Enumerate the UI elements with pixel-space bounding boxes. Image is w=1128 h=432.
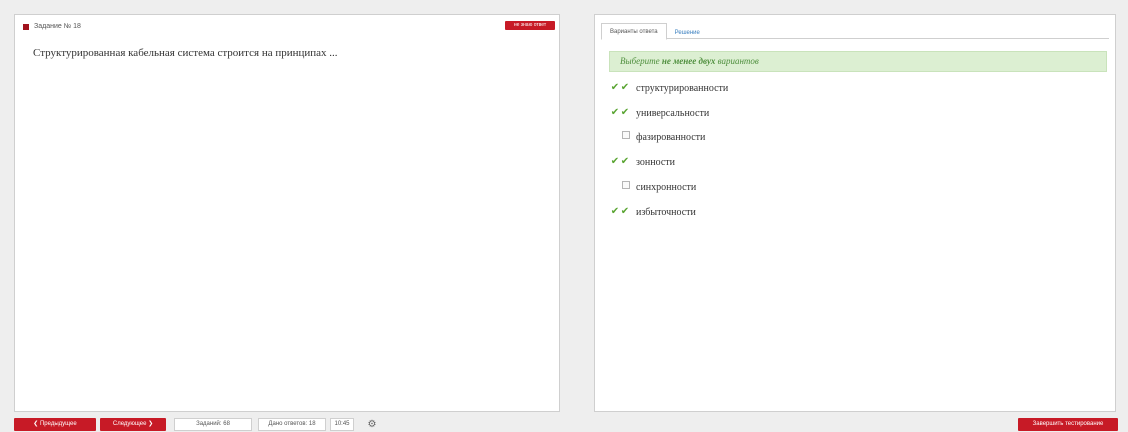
answer-option[interactable]: ✔ ✔ избыточности	[610, 206, 696, 218]
answer-option[interactable]: ✔ ✔ зонности	[610, 156, 675, 168]
tasks-count: Заданий: 68	[174, 418, 252, 431]
option-label: фазированности	[636, 131, 706, 143]
correct-check-icon: ✔	[610, 206, 620, 217]
task-number: Задание № 18	[34, 23, 81, 30]
answer-option[interactable]: ✔ ✔ структурированности	[610, 82, 728, 94]
answers-panel: Варианты ответа Решение Выберите не мене…	[594, 14, 1116, 412]
option-label: синхронности	[636, 181, 697, 193]
finish-test-button[interactable]: Завершить тестирование	[1018, 418, 1118, 431]
answer-option[interactable]: синхронности	[610, 181, 696, 193]
answer-option[interactable]: ✔ ✔ универсальности	[610, 107, 709, 119]
option-label: структурированности	[636, 82, 729, 94]
selected-checkbox[interactable]: ✔	[620, 156, 630, 168]
correct-check-icon: ✔	[610, 107, 620, 118]
selected-checkbox[interactable]: ✔	[620, 82, 630, 94]
flag-icon	[23, 23, 29, 30]
option-label: зонности	[636, 156, 676, 168]
correct-check-icon: ✔	[610, 156, 620, 167]
dont-know-button[interactable]: не знаю ответ	[505, 21, 555, 30]
bottom-toolbar: ❮ Предыдущее Следующее ❯ Заданий: 68 Дан…	[0, 418, 1128, 432]
timer: 10:45	[330, 418, 354, 431]
answers-count: Дано ответов: 18	[258, 418, 326, 431]
next-button[interactable]: Следующее ❯	[100, 418, 166, 431]
question-panel: Задание № 18 не знаю ответ Структурирова…	[14, 14, 560, 412]
task-header: Задание № 18	[23, 23, 81, 30]
tab-divider	[601, 38, 1109, 39]
instruction-hint: Выберите не менее двух вариантов	[609, 51, 1107, 72]
empty-checkbox[interactable]	[620, 181, 630, 193]
previous-button[interactable]: ❮ Предыдущее	[14, 418, 96, 431]
gear-icon[interactable]: ⚙	[362, 418, 382, 431]
answer-option[interactable]: фазированности	[610, 131, 705, 143]
empty-checkbox[interactable]	[620, 131, 630, 143]
tab-answer-options[interactable]: Варианты ответа	[601, 23, 667, 40]
option-label: универсальности	[636, 107, 710, 119]
hint-suffix: вариантов	[715, 56, 759, 66]
hint-prefix: Выберите	[620, 56, 662, 66]
hint-emphasis: не менее двух	[661, 56, 716, 66]
selected-checkbox[interactable]: ✔	[620, 107, 630, 119]
question-text: Структурированная кабельная система стро…	[33, 47, 338, 59]
selected-checkbox[interactable]: ✔	[620, 206, 630, 218]
option-label: избыточности	[636, 206, 696, 218]
correct-check-icon: ✔	[610, 82, 620, 93]
